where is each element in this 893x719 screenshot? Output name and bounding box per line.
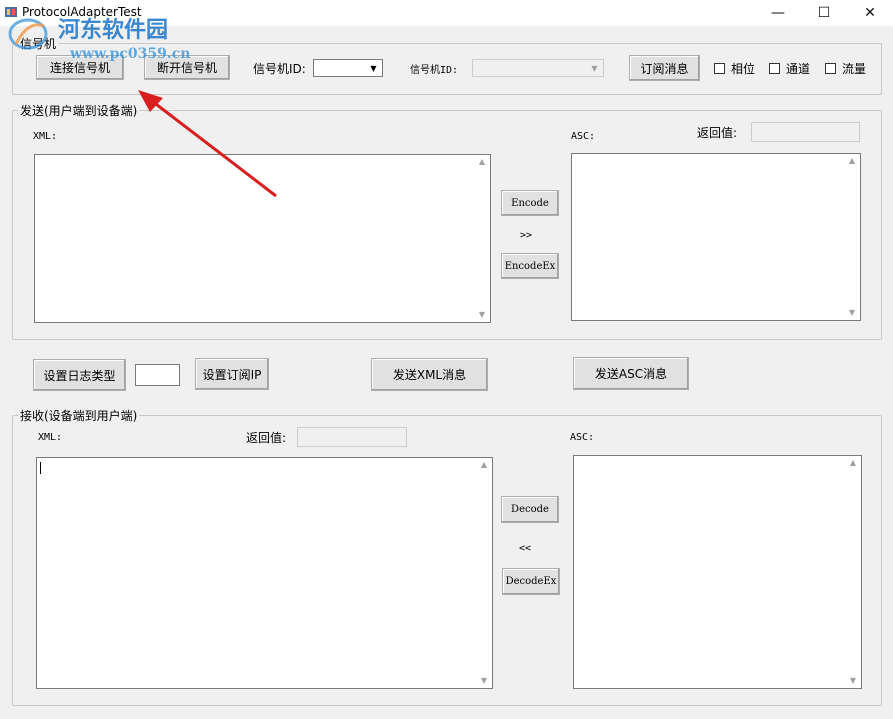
channel-checkbox[interactable]	[769, 63, 780, 74]
watermark-url: www.pc0359.cn	[70, 46, 191, 62]
decode-button[interactable]: Decode	[501, 496, 559, 523]
send-group-label: 发送(用户端到设备端)	[18, 102, 140, 119]
set-subscribe-ip-button[interactable]: 设置订阅IP	[195, 358, 269, 390]
send-asc-label: ASC:	[571, 131, 596, 142]
phase-checkbox[interactable]	[714, 63, 725, 74]
scroll-up-icon[interactable]: ▲	[845, 456, 861, 470]
scroll-up-icon[interactable]: ▲	[476, 458, 492, 472]
receive-asc-label: ASC:	[570, 432, 595, 443]
receive-xml-textarea[interactable]: ▲ ▼	[36, 457, 493, 689]
receive-xml-label: XML:	[38, 432, 63, 443]
subscribe-message-button[interactable]: 订阅消息	[629, 55, 700, 81]
send-asc-button[interactable]: 发送ASC消息	[573, 357, 689, 390]
text-cursor	[40, 462, 41, 474]
signal-id-combo-1[interactable]: ▼	[313, 59, 383, 77]
signal-id-label-2: 信号机ID:	[410, 65, 459, 76]
send-xml-button[interactable]: 发送XML消息	[371, 358, 488, 391]
flow-checkbox[interactable]	[825, 63, 836, 74]
send-return-label: 返回值:	[697, 126, 738, 140]
decode-arrow: <<	[519, 543, 532, 554]
receive-return-field	[297, 427, 407, 447]
send-return-field	[751, 122, 860, 142]
scroll-down-icon[interactable]: ▼	[844, 306, 860, 320]
send-xml-textarea[interactable]: ▲ ▼	[34, 154, 491, 323]
scrollbar[interactable]: ▲ ▼	[476, 458, 492, 688]
scroll-up-icon[interactable]: ▲	[474, 155, 490, 169]
receive-group-label: 接收(设备端到用户端)	[18, 407, 140, 424]
log-type-input[interactable]	[135, 364, 180, 386]
chevron-down-icon: ▼	[591, 64, 598, 73]
watermark-logo	[8, 18, 48, 50]
scrollbar[interactable]: ▲ ▼	[474, 155, 490, 322]
encode-arrow: >>	[520, 230, 533, 241]
scrollbar[interactable]: ▲ ▼	[845, 456, 861, 688]
chevron-down-icon: ▼	[370, 64, 377, 73]
minimize-button[interactable]: —	[755, 0, 801, 26]
signal-id-combo-2: ▼	[472, 59, 604, 77]
encodeex-button[interactable]: EncodeEx	[501, 253, 559, 279]
scroll-up-icon[interactable]: ▲	[844, 154, 860, 168]
receive-asc-textarea[interactable]: ▲ ▼	[573, 455, 862, 689]
encode-button[interactable]: Encode	[501, 190, 559, 216]
flow-checkbox-label: 流量	[842, 62, 867, 76]
scroll-down-icon[interactable]: ▼	[845, 674, 861, 688]
send-xml-label: XML:	[33, 131, 58, 142]
scroll-down-icon[interactable]: ▼	[474, 308, 490, 322]
signal-id-label-1: 信号机ID:	[253, 62, 306, 76]
scrollbar[interactable]: ▲ ▼	[844, 154, 860, 320]
close-button[interactable]: ✕	[847, 0, 893, 26]
decodeex-button[interactable]: DecodeEx	[502, 568, 560, 595]
set-log-type-button[interactable]: 设置日志类型	[33, 359, 126, 391]
receive-return-label: 返回值:	[246, 431, 287, 445]
watermark-brand: 河东软件园	[58, 17, 169, 43]
channel-checkbox-label: 通道	[786, 62, 811, 76]
maximize-button[interactable]: ☐	[801, 0, 847, 26]
scroll-down-icon[interactable]: ▼	[476, 674, 492, 688]
phase-checkbox-label: 相位	[731, 62, 756, 76]
send-asc-textarea[interactable]: ▲ ▼	[571, 153, 861, 321]
